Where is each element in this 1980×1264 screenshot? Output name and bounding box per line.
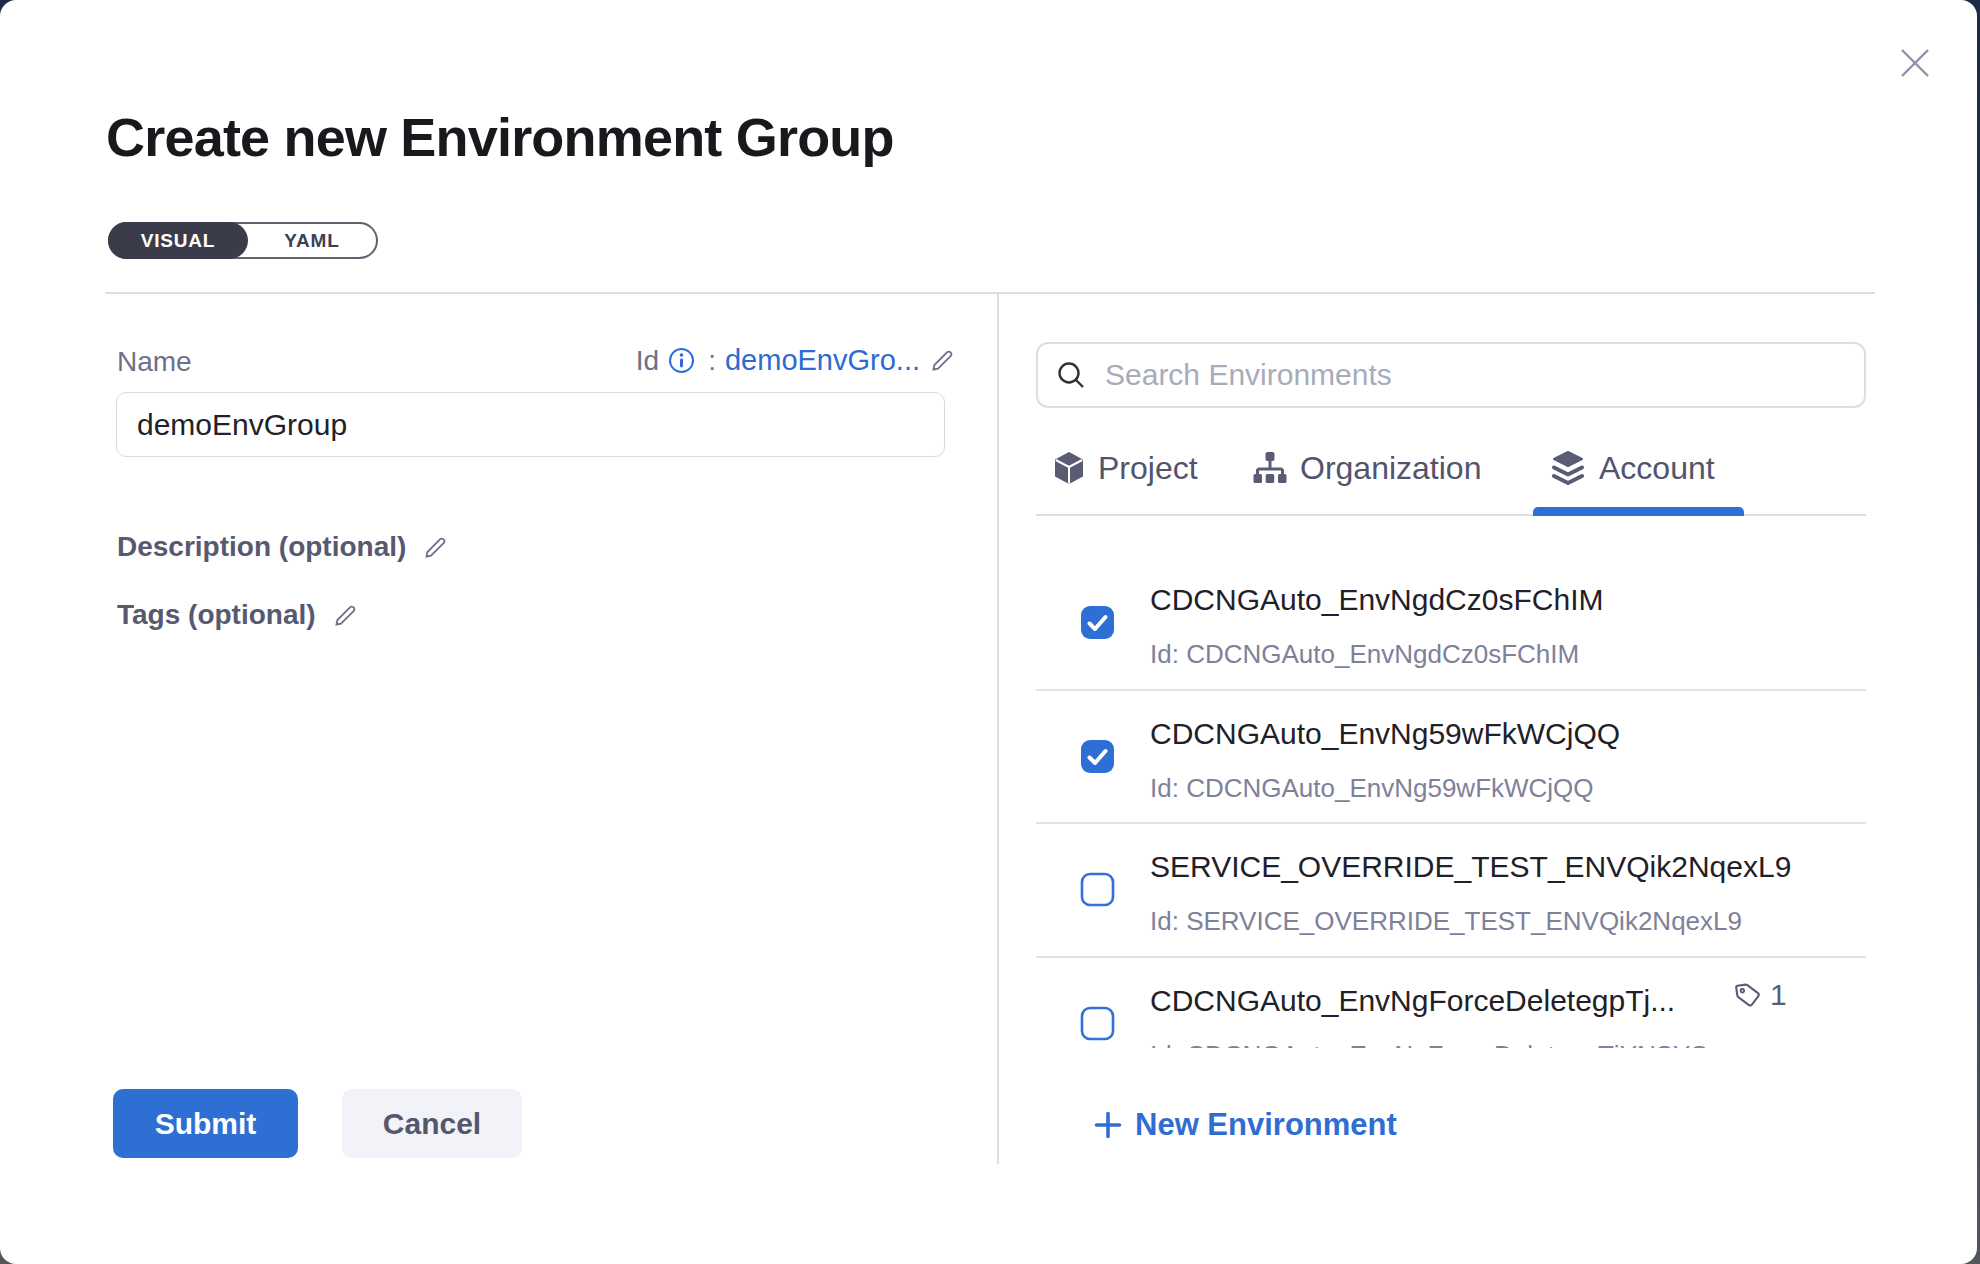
form-actions: Submit Cancel bbox=[113, 1089, 522, 1158]
cube-icon bbox=[1053, 451, 1085, 485]
tag-icon bbox=[1731, 978, 1765, 1012]
submit-button[interactable]: Submit bbox=[113, 1089, 298, 1158]
tag-count-value: 1 bbox=[1770, 978, 1787, 1012]
header-divider bbox=[105, 292, 1875, 294]
environment-row[interactable]: CDCNGAuto_EnvNg59wFkWCjQQ Id: CDCNGAuto_… bbox=[1036, 691, 1866, 825]
environment-id: Id: CDCNGAuto_EnvNgForceDeletegpTjYNSYS bbox=[1150, 1040, 1708, 1049]
tag-count: 1 bbox=[1733, 978, 1787, 1012]
edit-tags-icon[interactable] bbox=[332, 602, 359, 629]
entity-id-line: Id : demoEnvGro... bbox=[116, 344, 956, 377]
description-section: Description (optional) bbox=[117, 531, 449, 563]
id-label: Id bbox=[636, 345, 659, 377]
toggle-yaml[interactable]: YAML bbox=[248, 224, 376, 257]
environment-id: Id: CDCNGAuto_EnvNgdCz0sFChIM bbox=[1150, 639, 1579, 670]
environment-name: SERVICE_OVERRIDE_TEST_ENVQik2NqexL9 bbox=[1150, 850, 1791, 884]
name-input[interactable]: demoEnvGroup bbox=[116, 392, 945, 457]
cancel-button[interactable]: Cancel bbox=[342, 1089, 522, 1158]
environment-checkbox[interactable] bbox=[1080, 605, 1115, 640]
column-divider bbox=[997, 294, 999, 1164]
environment-checkbox[interactable] bbox=[1080, 872, 1115, 907]
environment-name: CDCNGAuto_EnvNg59wFkWCjQQ bbox=[1150, 717, 1620, 751]
org-chart-icon bbox=[1253, 451, 1287, 485]
toggle-visual[interactable]: VISUAL bbox=[108, 222, 248, 259]
close-icon[interactable] bbox=[1898, 46, 1932, 80]
tags-section: Tags (optional) bbox=[117, 599, 359, 631]
edit-id-icon[interactable] bbox=[929, 347, 956, 374]
visual-yaml-toggle: VISUAL YAML bbox=[108, 222, 378, 259]
description-label: Description (optional) bbox=[117, 531, 406, 563]
tab-organization[interactable]: Organization bbox=[1253, 448, 1481, 488]
environment-name: CDCNGAuto_EnvNgdCz0sFChIM bbox=[1150, 583, 1603, 617]
environment-checkbox[interactable] bbox=[1080, 739, 1115, 774]
tab-account[interactable]: Account bbox=[1550, 448, 1715, 488]
environment-row[interactable]: SERVICE_OVERRIDE_TEST_ENVQik2NqexL9 Id: … bbox=[1036, 824, 1866, 958]
info-icon[interactable] bbox=[668, 347, 695, 374]
environment-name: CDCNGAuto_EnvNgForceDeletegpTj... bbox=[1150, 984, 1675, 1018]
environment-id: Id: SERVICE_OVERRIDE_TEST_ENVQik2NqexL9 bbox=[1150, 906, 1742, 937]
new-environment-button[interactable]: New Environment bbox=[1094, 1107, 1397, 1143]
environment-row[interactable]: CDCNGAuto_EnvNgdCz0sFChIM Id: CDCNGAuto_… bbox=[1036, 557, 1866, 691]
page-title: Create new Environment Group bbox=[106, 106, 894, 168]
entity-id-value[interactable]: demoEnvGro... bbox=[725, 344, 920, 377]
id-separator: : bbox=[708, 345, 716, 377]
active-tab-underline bbox=[1533, 507, 1744, 516]
tab-project[interactable]: Project bbox=[1053, 448, 1198, 488]
layers-icon bbox=[1550, 451, 1586, 485]
tags-label: Tags (optional) bbox=[117, 599, 316, 631]
search-environments-input[interactable]: Search Environments bbox=[1036, 342, 1866, 408]
search-icon bbox=[1056, 360, 1087, 391]
search-placeholder: Search Environments bbox=[1105, 358, 1392, 392]
environment-row[interactable]: CDCNGAuto_EnvNgForceDeletegpTj... Id: CD… bbox=[1036, 958, 1866, 1049]
environment-checkbox[interactable] bbox=[1080, 1006, 1115, 1041]
edit-description-icon[interactable] bbox=[422, 534, 449, 561]
create-environment-group-modal: Create new Environment Group VISUAL YAML… bbox=[0, 0, 1977, 1264]
environment-list: CDCNGAuto_EnvNgdCz0sFChIM Id: CDCNGAuto_… bbox=[1036, 557, 1866, 1048]
environment-id: Id: CDCNGAuto_EnvNg59wFkWCjQQ bbox=[1150, 773, 1594, 804]
plus-icon bbox=[1094, 1111, 1122, 1139]
